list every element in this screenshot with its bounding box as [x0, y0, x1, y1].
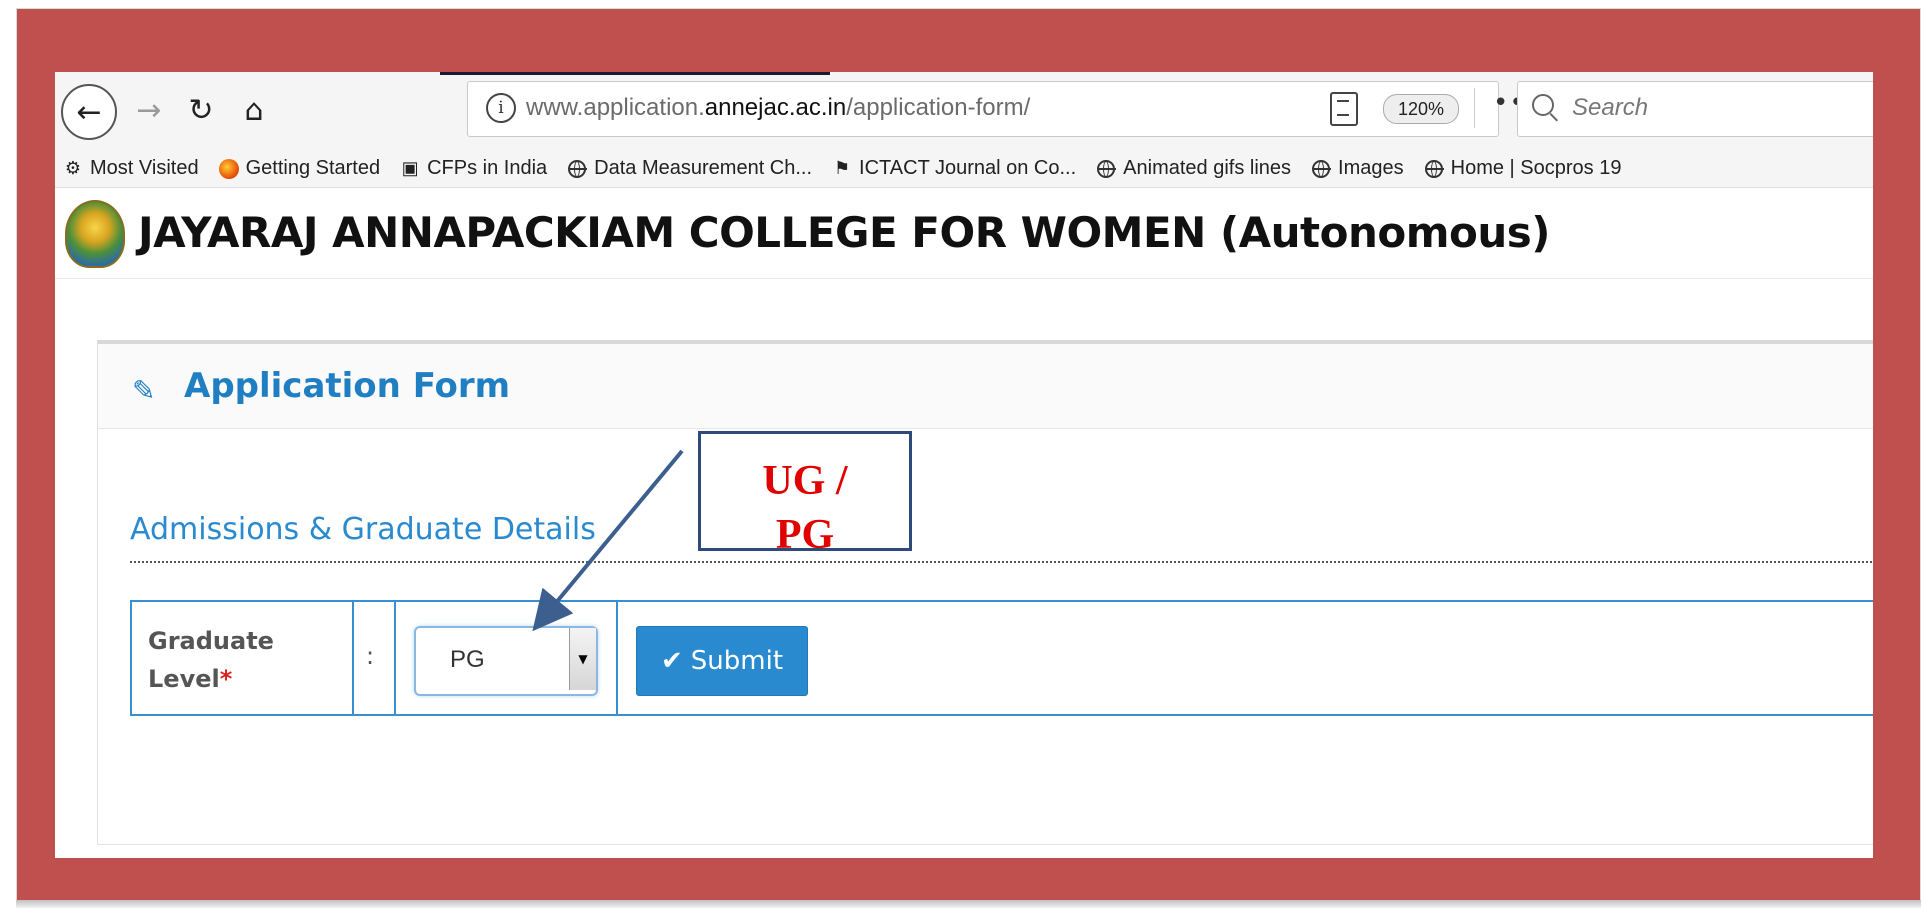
bookmark-label: ICTACT Journal on Co... [859, 157, 1077, 179]
home-button[interactable]: ⌂ [233, 84, 275, 136]
search-icon [1532, 94, 1554, 116]
back-button[interactable]: ← [61, 84, 117, 140]
graduate-level-label: Graduate Level* [148, 622, 274, 698]
toolbar-separator [1474, 88, 1475, 128]
cell-divider [616, 602, 618, 714]
application-form-panel: ✎ Application Form Admissions & Graduate… [97, 340, 1873, 845]
bookmark-label: Animated gifs lines [1123, 157, 1292, 179]
graduate-level-select[interactable]: PG ▼ [414, 626, 598, 696]
bookmark-cfps-in-india[interactable]: ▣ CFPs in India [400, 157, 548, 180]
url-prefix: www.application. [526, 94, 705, 121]
firefox-icon [218, 158, 239, 179]
forward-arrow-icon: → [136, 92, 162, 128]
bookmark-label: Most Visited [90, 157, 199, 179]
bookmark-images[interactable]: Images [1311, 157, 1404, 180]
forward-button[interactable]: → [128, 84, 170, 136]
zoom-indicator[interactable]: 120% [1383, 94, 1459, 124]
annotation-line2: PG [775, 512, 835, 551]
address-bar[interactable]: i www.application.annejac.ac.in/applicat… [467, 81, 1617, 137]
browser-toolbar: ← → ↻ ⌂ i www.application.annejac.ac.in/… [55, 72, 1873, 150]
submit-button[interactable]: ✔ Submit [636, 626, 808, 696]
required-mark: * [219, 665, 233, 693]
reader-view-icon[interactable] [1330, 92, 1358, 126]
cell-divider [352, 602, 354, 714]
submit-label: Submit [690, 646, 784, 676]
panel-header: ✎ Application Form [98, 344, 1873, 429]
bookmark-getting-started[interactable]: Getting Started [218, 157, 381, 180]
bookmark-most-visited[interactable]: ⚙ Most Visited [63, 157, 199, 180]
frame-bottom-shadow [16, 900, 1921, 908]
globe-icon [1097, 159, 1117, 178]
section-title: Admissions & Graduate Details [130, 512, 596, 547]
bookmark-ictact-journal[interactable]: ⚑ ICTACT Journal on Co... [832, 157, 1076, 180]
annotation-callout: UG / PG [698, 431, 912, 551]
reload-button[interactable]: ↻ [180, 84, 222, 136]
info-icon[interactable]: i [486, 93, 516, 123]
search-placeholder: Search [1572, 94, 1649, 121]
cell-divider [394, 602, 396, 714]
globe-icon [1424, 159, 1444, 178]
check-icon: ✔ [660, 646, 683, 676]
bookmark-label: Getting Started [245, 157, 381, 179]
dropdown-arrow-icon[interactable]: ▼ [569, 628, 596, 690]
chair-icon: ▣ [401, 158, 419, 178]
annotation-text: UG / PG [701, 454, 909, 551]
bookmark-data-measurement[interactable]: Data Measurement Ch... [567, 157, 812, 180]
reload-icon: ↻ [188, 92, 214, 128]
browser-screenshot: ← → ↻ ⌂ i www.application.annejac.ac.in/… [55, 72, 1873, 858]
home-icon: ⌂ [244, 92, 264, 128]
journal-icon: ⚑ [833, 158, 851, 178]
form-title: Application Form [184, 366, 511, 406]
bookmark-label: Images [1338, 157, 1404, 179]
bookmark-socpros[interactable]: Home | Socpros 19 [1424, 157, 1622, 180]
search-box[interactable]: Search [1517, 81, 1873, 137]
back-arrow-icon: ← [76, 94, 102, 130]
section-divider [130, 561, 1873, 563]
pencil-icon: ✎ [132, 374, 156, 407]
label-line2: Level [148, 665, 220, 693]
gear-icon: ⚙ [64, 158, 82, 178]
graduate-level-row: Graduate Level* : PG ▼ ✔ Submit [130, 600, 1873, 716]
selected-value: PG [450, 646, 485, 673]
url-domain: annejac.ac.in [704, 94, 847, 121]
globe-icon [1312, 159, 1332, 178]
url-path: /application-form/ [846, 94, 1031, 121]
colon-separator: : [366, 642, 375, 670]
site-header: JAYARAJ ANNAPACKIAM COLLEGE FOR WOMEN (A… [55, 188, 1873, 279]
url-text[interactable]: www.application.annejac.ac.in/applicatio… [526, 94, 1030, 122]
label-line1: Graduate [148, 627, 274, 655]
bookmarks-bar: ⚙ Most Visited Getting Started ▣ CFPs in I… [55, 150, 1873, 188]
globe-icon [568, 159, 588, 178]
active-tab-indicator [440, 72, 830, 75]
bookmark-label: Home | Socpros 19 [1450, 157, 1622, 179]
bookmark-animated-gifs[interactable]: Animated gifs lines [1096, 157, 1291, 180]
annotation-line1: UG / [762, 458, 848, 504]
bookmark-label: CFPs in India [427, 157, 548, 179]
college-logo[interactable] [65, 200, 125, 268]
college-name: JAYARAJ ANNAPACKIAM COLLEGE FOR WOMEN (A… [138, 208, 1550, 257]
bookmark-label: Data Measurement Ch... [594, 157, 813, 179]
